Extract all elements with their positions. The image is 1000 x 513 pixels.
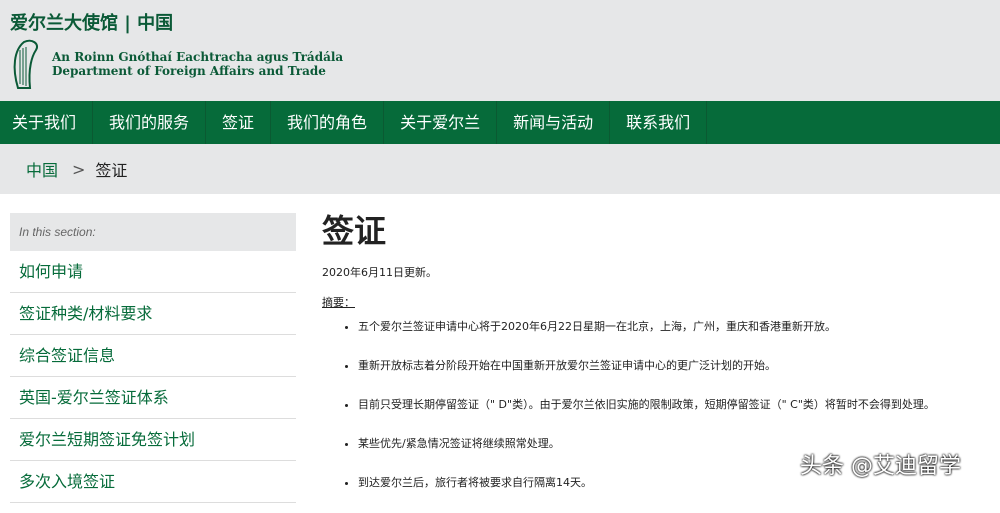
watermark: 头条 @艾迪留学 [800, 454, 961, 479]
sidebar-item-visa-types[interactable]: 签证种类/材料要求 [10, 293, 296, 335]
dept-english: Department of Foreign Affairs and Trade [52, 64, 326, 78]
sidebar: In this section: 如何申请 签证种类/材料要求 综合签证信息 英… [10, 213, 296, 503]
site-header: 爱尔兰大使馆 | 中国 An Roinn Gnóthaí Eachtracha … [0, 0, 1000, 101]
sidebar-item-uk-ireland[interactable]: 英国-爱尔兰签证体系 [10, 377, 296, 419]
harp-logo-icon[interactable] [10, 38, 46, 92]
main-nav: 关于我们 我们的服务 签证 我们的角色 关于爱尔兰 新闻与活动 联系我们 [0, 101, 1000, 144]
page-title: 签证 [322, 212, 387, 250]
dept-irish: An Roinn Gnóthaí Eachtracha agus Trádála [52, 50, 344, 64]
list-item: 目前只受理长期停留签证（" D"类）。由于爱尔兰依旧实施的限制政策，短期停留签证… [358, 396, 992, 412]
sidebar-item-general-info[interactable]: 综合签证信息 [10, 335, 296, 377]
breadcrumb-home[interactable]: 中国 [26, 157, 58, 181]
site-title[interactable]: 爱尔兰大使馆 | 中国 [10, 9, 173, 35]
list-item: 五个爱尔兰签证申请中心将于2020年6月22日星期一在北京，上海，广州，重庆和香… [358, 318, 992, 334]
nav-visa[interactable]: 签证 [206, 101, 272, 144]
nav-services[interactable]: 我们的服务 [93, 101, 207, 144]
nav-contact[interactable]: 联系我们 [610, 101, 708, 144]
nav-news[interactable]: 新闻与活动 [497, 101, 611, 144]
nav-our-role[interactable]: 我们的角色 [271, 101, 385, 144]
sidebar-item-how-to-apply[interactable]: 如何申请 [10, 251, 296, 293]
update-date: 2020年6月11日更新。 [322, 266, 437, 279]
nav-about-ireland[interactable]: 关于爱尔兰 [384, 101, 498, 144]
department-name: An Roinn Gnóthaí Eachtracha agus Trádála… [52, 50, 343, 78]
breadcrumb: 中国 > 签证 [0, 144, 1000, 194]
list-item: 重新开放标志着分阶段开始在中国重新开放爱尔兰签证申请中心的更广泛计划的开始。 [358, 357, 992, 373]
nav-about-us[interactable]: 关于我们 [0, 101, 94, 144]
section-label: In this section: [10, 213, 296, 251]
breadcrumb-current: 签证 [95, 161, 128, 180]
sidebar-item-multi-entry[interactable]: 多次入境签证 [10, 461, 296, 503]
sidebar-item-visa-waiver[interactable]: 爱尔兰短期签证免签计划 [10, 419, 296, 461]
summary-label: 摘要： [322, 296, 355, 309]
chevron-right-icon: > [72, 159, 86, 179]
